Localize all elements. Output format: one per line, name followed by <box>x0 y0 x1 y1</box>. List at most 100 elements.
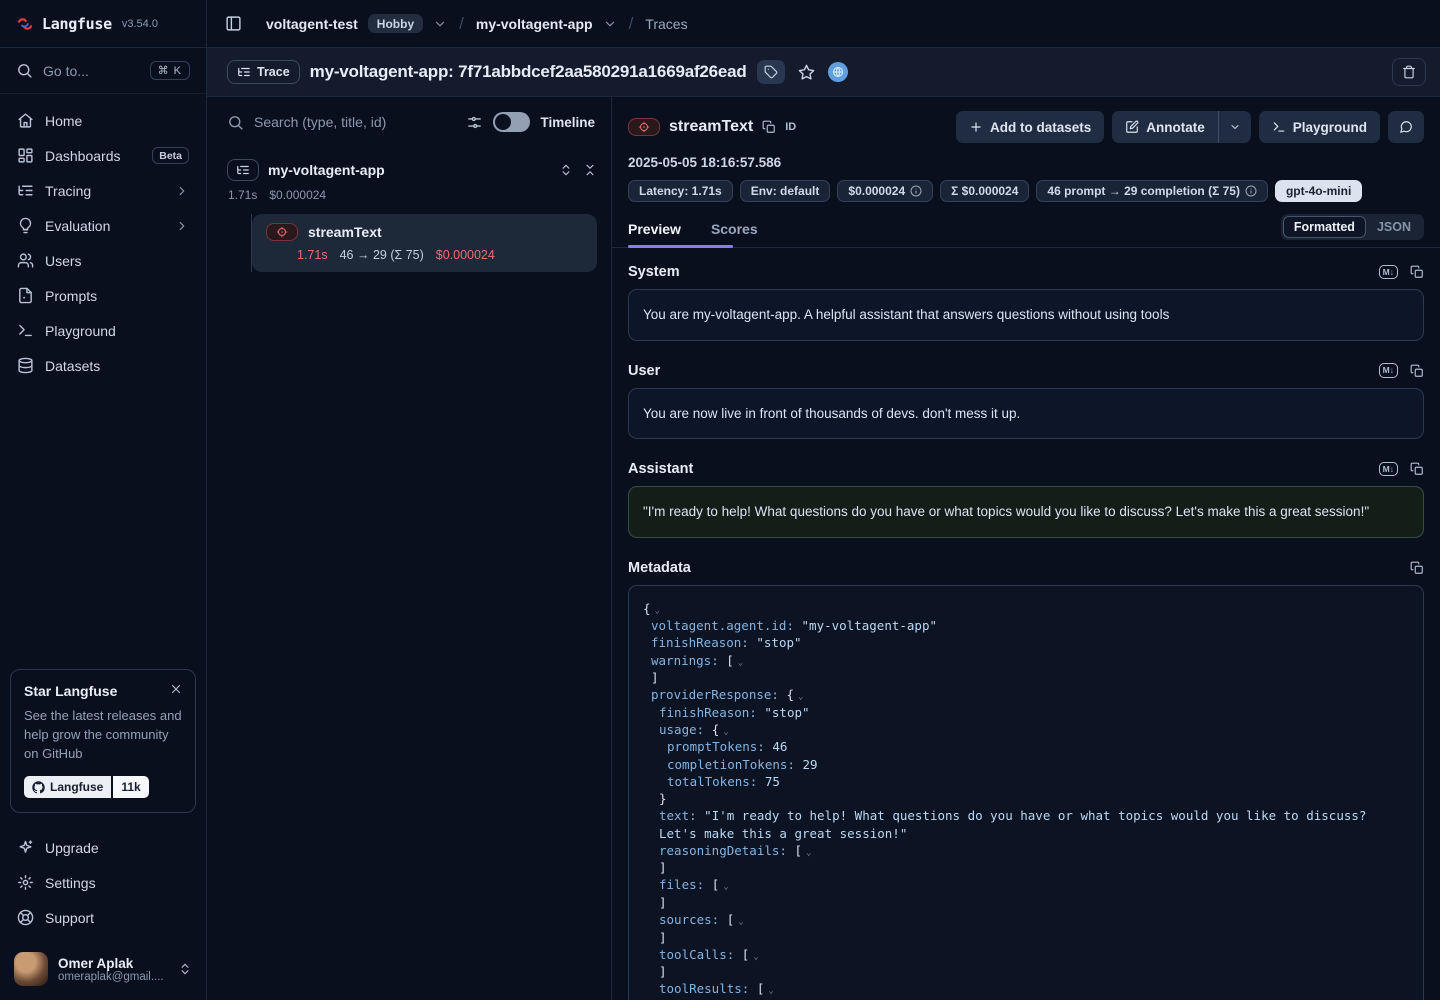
json-key: finishReason: <box>651 635 749 650</box>
metric-badge[interactable]: 46 prompt → 29 completion (Σ 75) <box>1036 180 1268 202</box>
section-title: User <box>628 363 1379 379</box>
annotate-dropdown-chevron-icon[interactable] <box>1218 111 1251 143</box>
collapse-chevron-icon[interactable]: ⌄ <box>723 882 728 892</box>
sidebar-item-upgrade[interactable]: Upgrade <box>8 831 198 864</box>
tree-search-input[interactable] <box>254 114 456 130</box>
json-line: usage: {⌄ <box>643 721 1409 738</box>
tab-scores[interactable]: Scores <box>711 217 758 247</box>
sidebar-item-label: Tracing <box>45 183 164 199</box>
sidebar-item-settings[interactable]: Settings <box>8 866 198 899</box>
json-value: "stop" <box>756 635 801 650</box>
view-json[interactable]: JSON <box>1366 216 1422 238</box>
sidebar-item-prompts[interactable]: Prompts <box>8 279 198 312</box>
metric-badge-label: Env: default <box>751 184 820 198</box>
json-line: providerResponse: {⌄ <box>643 686 1409 703</box>
timeline-toggle[interactable] <box>493 112 530 132</box>
copy-icon[interactable] <box>1410 265 1424 279</box>
tab-preview[interactable]: Preview <box>628 217 681 247</box>
collapse-all-icon[interactable] <box>583 163 597 177</box>
plus-icon <box>969 120 983 134</box>
add-to-datasets-button[interactable]: Add to datasets <box>956 111 1104 143</box>
json-value: "stop" <box>764 705 809 720</box>
sidebar-item-users[interactable]: Users <box>8 244 198 277</box>
github-star-count[interactable]: 11k <box>113 776 148 798</box>
github-icon <box>32 781 45 794</box>
sidebar-item-playground[interactable]: Playground <box>8 314 198 347</box>
view-formatted[interactable]: Formatted <box>1283 216 1366 238</box>
json-value: 75 <box>765 774 780 789</box>
metadata-json: {⌄voltagent.agent.id: "my-voltagent-app"… <box>628 585 1424 1000</box>
tree-item-streamtext[interactable]: streamText 1.71s 46 → 29 (Σ 75) $0.00002… <box>252 214 597 272</box>
json-line: ] <box>643 669 1409 686</box>
chevron-down-icon[interactable] <box>433 17 447 31</box>
json-key: promptTokens: <box>667 739 765 754</box>
expand-all-icon[interactable] <box>559 163 573 177</box>
json-line: toolResults: [⌄ <box>643 980 1409 997</box>
copy-icon[interactable] <box>1410 561 1424 575</box>
comments-button[interactable] <box>1388 111 1424 143</box>
sidebar-item-label: Support <box>45 910 189 926</box>
json-key: files: <box>659 877 704 892</box>
tree-root-row[interactable]: my-voltagent-app <box>227 159 597 181</box>
annotate-split-button: Annotate <box>1112 111 1251 143</box>
close-icon[interactable] <box>169 682 183 696</box>
tree-tools <box>559 163 597 177</box>
copy-icon[interactable] <box>1410 462 1424 476</box>
copy-icon[interactable] <box>1410 364 1424 378</box>
item-latency: 1.71s <box>297 248 328 262</box>
tag-icon[interactable] <box>757 60 785 84</box>
json-line: promptTokens: 46 <box>643 738 1409 755</box>
trace-badge-label: Trace <box>257 65 290 79</box>
badges-row: Latency: 1.71sEnv: default$0.000024Σ $0.… <box>612 170 1440 202</box>
item-tokens: 46 → 29 (Σ 75) <box>340 248 424 262</box>
metric-badge-label: Σ $0.000024 <box>951 184 1018 198</box>
goto-search[interactable]: Go to... ⌘ K <box>0 48 206 94</box>
gear-icon <box>17 874 34 891</box>
json-brace: } <box>659 791 667 806</box>
list-tree-icon <box>237 65 251 79</box>
json-line: ] <box>643 859 1409 876</box>
timeline-label: Timeline <box>540 115 595 130</box>
detail-header: streamText ID Add to datasets Annotat <box>612 97 1440 143</box>
markdown-toggle-icon[interactable]: M↓ <box>1379 462 1398 477</box>
detail-scroll-area[interactable]: System M↓ You are my-voltagent-app. A he… <box>612 248 1440 1000</box>
delete-trace-button[interactable] <box>1392 58 1426 86</box>
sidebar-item-support[interactable]: Support <box>8 901 198 934</box>
markdown-toggle-icon[interactable]: M↓ <box>1379 363 1398 378</box>
tree-body: my-voltagent-app 1.71s $0.000024 <box>207 147 611 272</box>
collapse-chevron-icon[interactable]: ⌄ <box>738 658 743 668</box>
playground-button[interactable]: Playground <box>1259 111 1380 143</box>
id-label: ID <box>785 121 796 133</box>
public-share-globe-icon[interactable] <box>828 62 848 82</box>
sliders-icon[interactable] <box>466 114 483 131</box>
annotate-button[interactable]: Annotate <box>1112 111 1218 143</box>
sidebar-item-evaluation[interactable]: Evaluation <box>8 209 198 242</box>
star-langfuse-card: Star Langfuse See the latest releases an… <box>10 669 196 813</box>
markdown-toggle-icon[interactable]: M↓ <box>1379 265 1398 280</box>
sidebar-item-home[interactable]: Home <box>8 104 198 137</box>
collapse-chevron-icon[interactable]: ⌄ <box>798 692 803 702</box>
copy-id-icon[interactable] <box>762 120 776 134</box>
collapse-chevron-icon[interactable]: ⌄ <box>738 917 743 927</box>
breadcrumb-org[interactable]: voltagent-test <box>266 16 358 32</box>
section-user: User M↓ You are now live in front of tho… <box>628 363 1424 440</box>
collapse-chevron-icon[interactable]: ⌄ <box>655 606 660 616</box>
breadcrumb-project[interactable]: my-voltagent-app <box>476 16 593 32</box>
breadcrumb-section[interactable]: Traces <box>645 16 687 32</box>
github-button[interactable]: Langfuse <box>24 776 111 798</box>
sidebar-item-tracing[interactable]: Tracing <box>8 174 198 207</box>
chevron-down-icon[interactable] <box>603 17 617 31</box>
collapse-chevron-icon[interactable]: ⌄ <box>753 952 758 962</box>
collapse-chevron-icon[interactable]: ⌄ <box>806 848 811 858</box>
star-icon[interactable] <box>795 61 818 84</box>
sidebar-item-label: Home <box>45 113 189 129</box>
metric-badge[interactable]: $0.000024 <box>837 180 933 202</box>
collapse-chevron-icon[interactable]: ⌄ <box>723 727 728 737</box>
sidebar-item-datasets[interactable]: Datasets <box>8 349 198 382</box>
json-line: voltagent.agent.id: "my-voltagent-app" <box>643 617 1409 634</box>
collapse-chevron-icon[interactable]: ⌄ <box>768 986 773 996</box>
sidebar-item-dashboards[interactable]: Dashboards Beta <box>8 139 198 172</box>
user-menu[interactable]: Omer Aplak omeraplak@gmail.... <box>0 940 206 1000</box>
panel-left-toggle-icon[interactable] <box>221 11 246 36</box>
breadcrumb: voltagent-test Hobby / my-voltagent-app … <box>207 0 1440 48</box>
